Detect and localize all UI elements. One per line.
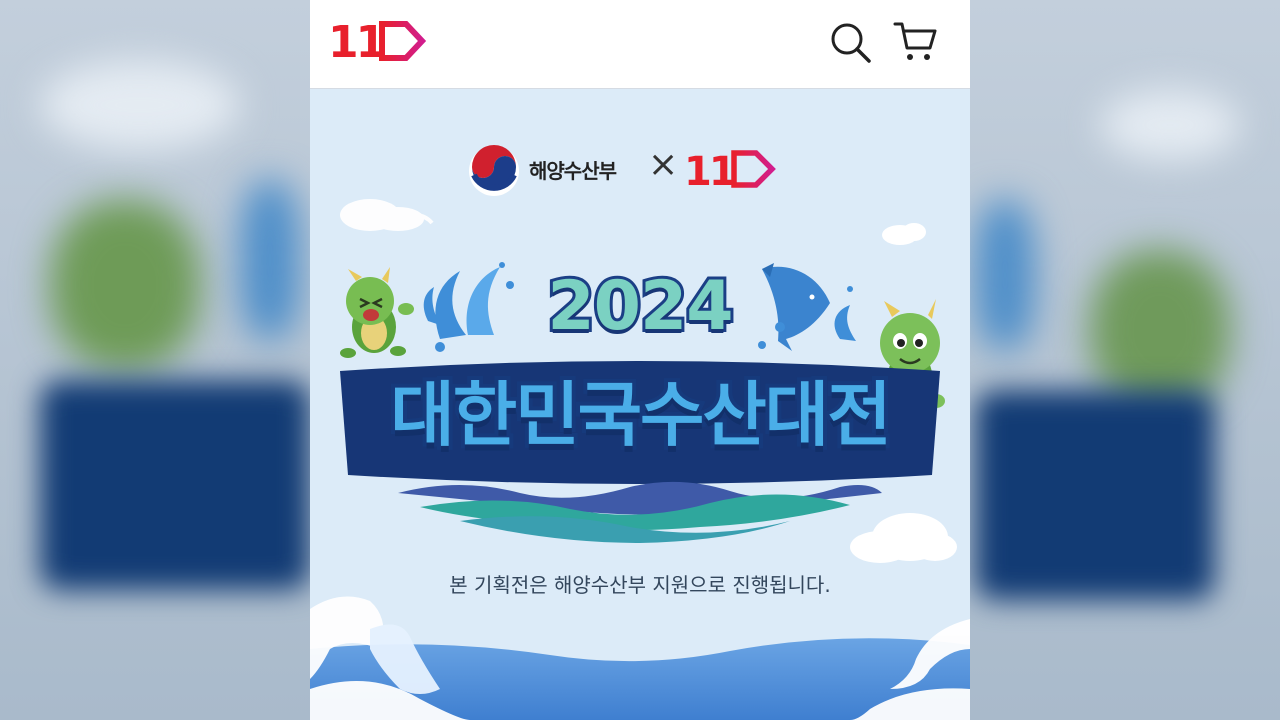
government-emblem-icon xyxy=(469,145,519,196)
partner-logo-text: 11 xyxy=(684,149,735,191)
blurred-cloud xyxy=(1100,90,1240,160)
event-title: 대한민국수산대전 xyxy=(386,370,895,460)
cloud-top-left xyxy=(340,199,434,231)
blurred-splash-right xyxy=(975,200,1035,350)
partner-row: 해양수산부 × 11 xyxy=(310,144,970,196)
cloud-top-right xyxy=(882,223,926,245)
blurred-title-plate-right xyxy=(975,390,1215,600)
search-icon xyxy=(831,23,871,63)
logo-text: 11 xyxy=(328,17,384,66)
blurred-title-plate-left xyxy=(40,380,310,590)
logo-arrow-shape xyxy=(379,21,427,61)
cart-button[interactable] xyxy=(892,18,940,66)
blurred-cloud xyxy=(40,60,240,150)
collab-mark: × xyxy=(648,144,679,185)
search-button[interactable] xyxy=(826,18,874,66)
event-year: 2024 xyxy=(544,264,736,349)
blurred-mascot-left xyxy=(50,200,200,370)
sponsorship-notice: 본 기획전은 해양수산부 지원으로 진행됩니다. xyxy=(449,573,831,597)
top-navigation-bar: 11 xyxy=(310,0,970,89)
blurred-splash-left xyxy=(240,180,300,340)
cart-icon xyxy=(893,22,937,60)
partner-11st-logo: 11 xyxy=(684,149,776,191)
blurred-mascot-right xyxy=(1090,250,1230,410)
11st-logo[interactable]: 11 xyxy=(328,14,428,70)
promotion-banner[interactable]: 해양수산부 × 11 2024 대한민국수산대전 본 기획전은 해양수산부 지원… xyxy=(310,89,970,720)
cloud-bottom-right xyxy=(850,513,957,563)
ministry-name: 해양수산부 xyxy=(529,159,617,183)
wave-decoration xyxy=(398,481,882,543)
app-screen: 11 해양수산부 × 11 2024 대한민국수산대전 본 기획전은 해양수산부… xyxy=(310,0,970,720)
